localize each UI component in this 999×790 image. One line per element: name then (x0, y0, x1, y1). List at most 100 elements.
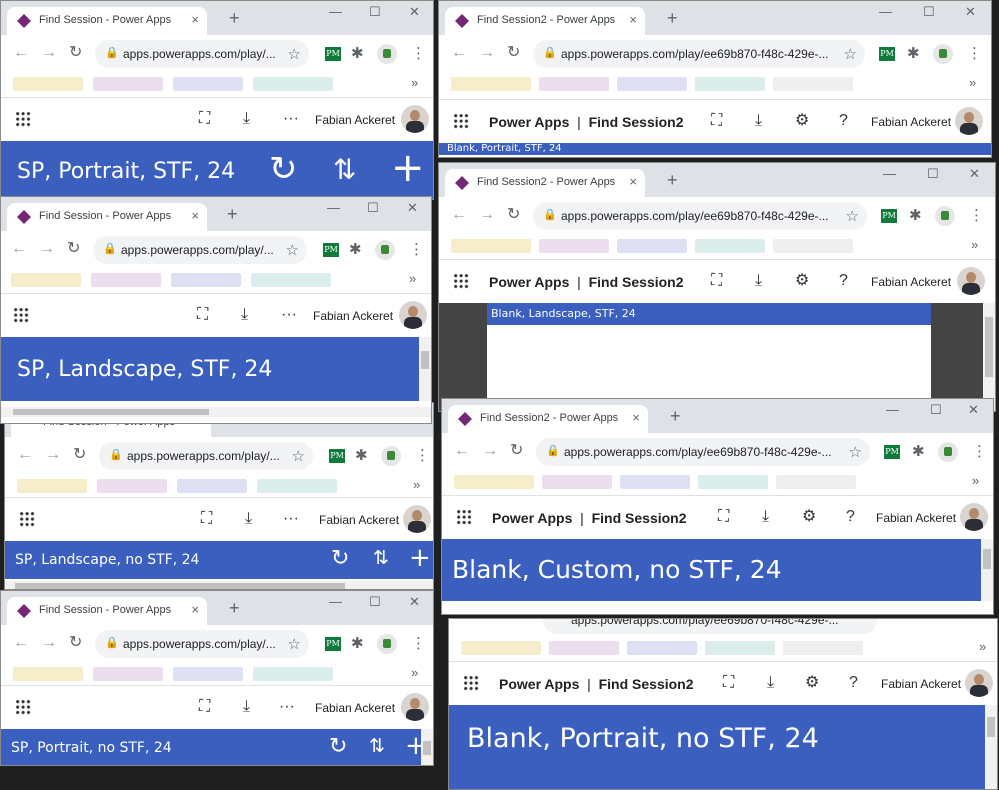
download-icon[interactable]: ⤓ (243, 110, 250, 128)
app-launcher-icon[interactable] (453, 113, 469, 129)
download-icon[interactable]: ⤓ (762, 508, 769, 526)
user-avatar[interactable] (955, 107, 983, 135)
bookmark-blurred[interactable] (461, 641, 541, 655)
bookmark-blurred[interactable] (173, 77, 243, 91)
settings-icon[interactable]: ⚙ (795, 112, 809, 130)
bookmark-blurred[interactable] (253, 77, 333, 91)
bookmark-star-icon[interactable]: ☆ (292, 447, 305, 465)
refresh-icon[interactable]: ↻ (269, 149, 298, 189)
tab-close-icon[interactable]: × (629, 174, 637, 189)
bookmark-blurred[interactable] (617, 239, 687, 253)
bookmark-blurred[interactable] (257, 479, 337, 493)
forward-icon[interactable]: → (479, 206, 495, 224)
bookmark-blurred[interactable] (776, 475, 856, 489)
settings-icon[interactable]: ⚙ (805, 674, 819, 692)
scrollbar-thumb[interactable] (15, 583, 345, 589)
bookmark-blurred[interactable] (539, 77, 609, 91)
minimize-button[interactable]: — (329, 594, 342, 609)
bookmark-blurred[interactable] (542, 475, 612, 489)
help-icon[interactable]: ? (839, 272, 848, 290)
reload-icon[interactable]: ↻ (507, 44, 520, 62)
bookmark-star-icon[interactable]: ☆ (849, 443, 862, 461)
browser-tab[interactable]: Find Session2 - Power Apps × (448, 405, 648, 433)
maximize-button[interactable]: ☐ (930, 402, 942, 418)
extensions-puzzle-icon[interactable]: ✱ (349, 240, 362, 258)
browser-menu-icon[interactable]: ⋮ (415, 446, 430, 464)
extensions-puzzle-icon[interactable]: ✱ (351, 634, 364, 652)
browser-menu-icon[interactable]: ⋮ (967, 44, 982, 62)
new-tab-button[interactable]: + (227, 203, 238, 225)
fit-to-window-icon[interactable]: ⛶ (199, 698, 210, 716)
address-bar[interactable]: 🔒 apps.powerapps.com/play/... ☆ (95, 630, 309, 658)
bookmark-blurred[interactable] (454, 475, 534, 489)
bookmark-blurred[interactable] (620, 475, 690, 489)
settings-icon[interactable]: ⚙ (802, 508, 816, 526)
new-tab-button[interactable]: + (229, 7, 240, 29)
profile-avatar-icon[interactable] (375, 240, 395, 260)
bookmark-blurred[interactable] (93, 667, 163, 681)
fit-to-window-icon[interactable]: ⛶ (201, 510, 212, 528)
minimize-button[interactable]: — (327, 200, 340, 215)
extensions-puzzle-icon[interactable]: ✱ (912, 442, 925, 460)
minimize-button[interactable]: — (886, 402, 899, 417)
maximize-button[interactable]: ☐ (369, 594, 381, 610)
bookmark-blurred[interactable] (97, 479, 167, 493)
bookmark-blurred[interactable] (783, 641, 863, 655)
bookmark-blurred[interactable] (173, 667, 243, 681)
bookmark-star-icon[interactable]: ☆ (844, 45, 857, 63)
browser-menu-icon[interactable]: ⋮ (409, 240, 424, 258)
sort-icon[interactable]: ⇅ (369, 735, 385, 757)
extensions-puzzle-icon[interactable]: ✱ (907, 44, 920, 62)
browser-tab[interactable]: Find Session2 - Power Apps × (445, 7, 645, 35)
bookmark-blurred[interactable] (698, 475, 768, 489)
app-launcher-icon[interactable] (453, 273, 469, 289)
user-avatar[interactable] (960, 503, 988, 531)
user-avatar[interactable] (401, 693, 429, 721)
address-bar[interactable]: 🔒 apps.powerapps.com/play/ee69b870-f48c-… (533, 202, 867, 230)
bookmark-blurred[interactable] (171, 273, 241, 287)
bookmarks-overflow-icon[interactable]: » (971, 237, 978, 252)
download-icon[interactable]: ⤓ (755, 112, 762, 130)
more-icon[interactable]: ··· (283, 110, 299, 128)
address-bar[interactable]: 🔒 apps.powerapps.com/play/ee69b870-f48c-… (533, 40, 865, 68)
back-icon[interactable]: ← (451, 206, 467, 224)
bookmark-blurred[interactable] (91, 273, 161, 287)
minimize-button[interactable]: — (883, 166, 896, 181)
maximize-button[interactable]: ☐ (927, 166, 939, 182)
close-window-button[interactable]: ✕ (407, 200, 418, 216)
pm-extension-icon[interactable]: PM (329, 449, 345, 463)
new-tab-button[interactable]: + (667, 169, 678, 191)
pm-extension-icon[interactable]: PM (881, 209, 897, 223)
new-tab-button[interactable]: + (667, 7, 678, 29)
back-icon[interactable]: ← (11, 240, 27, 258)
more-icon[interactable]: ··· (283, 510, 299, 528)
sort-icon[interactable]: ⇅ (333, 153, 356, 186)
bookmarks-overflow-icon[interactable]: » (969, 75, 976, 90)
browser-menu-icon[interactable]: ⋮ (411, 44, 426, 62)
app-launcher-icon[interactable] (15, 111, 31, 127)
reload-icon[interactable]: ↻ (73, 446, 86, 464)
maximize-button[interactable]: ☐ (369, 4, 381, 20)
more-icon[interactable]: ··· (279, 698, 295, 716)
close-window-button[interactable]: ✕ (965, 4, 976, 20)
bookmark-blurred[interactable] (695, 239, 765, 253)
profile-avatar-icon[interactable] (938, 442, 958, 462)
minimize-button[interactable]: — (879, 4, 892, 19)
bookmark-star-icon[interactable]: ☆ (288, 45, 301, 63)
scrollbar-thumb[interactable] (985, 317, 993, 377)
browser-tab[interactable]: Find Session - Power Apps × (7, 7, 207, 35)
settings-icon[interactable]: ⚙ (795, 272, 809, 290)
user-avatar[interactable] (401, 105, 429, 133)
bookmark-blurred[interactable] (251, 273, 331, 287)
forward-icon[interactable]: → (45, 446, 61, 464)
browser-tab[interactable]: Find Session2 - Power Apps × (445, 169, 645, 197)
app-launcher-icon[interactable] (463, 675, 479, 691)
bookmark-blurred[interactable] (705, 641, 775, 655)
bookmark-star-icon[interactable]: ☆ (286, 241, 299, 259)
forward-icon[interactable]: → (39, 240, 55, 258)
reload-icon[interactable]: ↻ (69, 634, 82, 652)
bookmark-blurred[interactable] (627, 641, 697, 655)
back-icon[interactable]: ← (13, 634, 29, 652)
user-avatar[interactable] (965, 669, 993, 697)
extensions-puzzle-icon[interactable]: ✱ (909, 206, 922, 224)
